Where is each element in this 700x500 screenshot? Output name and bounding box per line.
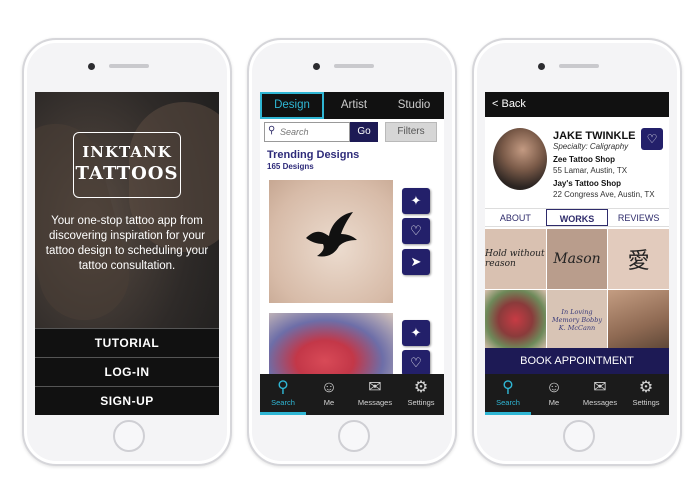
works-gallery: Hold without reason Mason 愛 In Loving Me… bbox=[485, 229, 669, 349]
category-tabs: Design Artist Studio bbox=[260, 92, 444, 119]
tabbar-settings[interactable]: ⚙ Settings bbox=[398, 374, 444, 415]
artist-name: JAKE TWINKLE bbox=[553, 130, 636, 142]
heart-icon[interactable]: ♡ bbox=[641, 128, 663, 150]
phone-designs: Design Artist Studio ⚲ Go Filters Trendi… bbox=[247, 38, 457, 466]
gallery-item[interactable]: Hold without reason bbox=[485, 229, 546, 289]
tabbar-search[interactable]: ⚲ Search bbox=[485, 374, 531, 415]
go-button[interactable]: Go bbox=[350, 122, 378, 142]
tabbar-search[interactable]: ⚲ Search bbox=[260, 374, 306, 415]
trending-count: 165 Designs bbox=[267, 162, 314, 171]
tagline: Your one-stop tattoo app from discoverin… bbox=[45, 215, 209, 272]
search-icon: ⚲ bbox=[268, 125, 276, 136]
magic-wand-icon[interactable]: ✦ bbox=[402, 188, 430, 214]
tabbar-search-label: Search bbox=[271, 398, 295, 407]
tabbar-messages[interactable]: ✉ Messages bbox=[352, 374, 398, 415]
filters-button[interactable]: Filters bbox=[385, 122, 437, 142]
bottom-tab-bar: ⚲ Search ☺ Me ✉ Messages ⚙ Settings bbox=[485, 374, 669, 415]
tab-about[interactable]: ABOUT bbox=[485, 209, 546, 226]
gallery-item[interactable] bbox=[485, 290, 546, 349]
logo-line-2: TATTOOS bbox=[75, 163, 179, 184]
welcome-screen: INKTANK TATTOOS Your one-stop tattoo app… bbox=[35, 92, 219, 415]
search-input[interactable] bbox=[280, 125, 348, 139]
chat-icon: ✉ bbox=[368, 379, 382, 396]
welcome-menu: TUTORIAL LOG-IN SIGN-UP bbox=[35, 328, 219, 415]
tab-reviews[interactable]: REVIEWS bbox=[608, 209, 669, 226]
camera-icon bbox=[88, 63, 95, 70]
search-row: ⚲ Go Filters bbox=[264, 122, 440, 142]
camera-icon bbox=[538, 63, 545, 70]
chat-icon: ✉ bbox=[593, 379, 607, 396]
tabbar-messages-label: Messages bbox=[582, 398, 618, 407]
tab-studio[interactable]: Studio bbox=[384, 92, 444, 119]
tutorial-button[interactable]: TUTORIAL bbox=[35, 328, 219, 357]
profile-tabs: ABOUT WORKS REVIEWS bbox=[485, 208, 669, 227]
app-logo: INKTANK TATTOOS bbox=[73, 132, 181, 198]
artist-profile-screen: < Back JAKE TWINKLE Specialty: Caligraph… bbox=[485, 92, 669, 415]
speaker-grill bbox=[559, 64, 599, 68]
home-button[interactable] bbox=[563, 420, 595, 452]
tabbar-settings[interactable]: ⚙ Settings bbox=[623, 374, 669, 415]
search-icon: ⚲ bbox=[277, 379, 289, 396]
user-icon: ☺ bbox=[320, 379, 338, 396]
tabbar-me-label: Me bbox=[548, 398, 560, 407]
search-icon: ⚲ bbox=[502, 379, 514, 396]
gallery-item[interactable]: 愛 bbox=[608, 229, 669, 289]
gear-icon: ⚙ bbox=[638, 379, 654, 396]
gallery-item[interactable]: Mason bbox=[546, 229, 608, 289]
logo-line-1: INKTANK bbox=[82, 143, 172, 161]
phone-artist-profile: < Back JAKE TWINKLE Specialty: Caligraph… bbox=[472, 38, 682, 466]
speaker-grill bbox=[334, 64, 374, 68]
shop-name[interactable]: Zee Tattoo Shop bbox=[553, 155, 615, 164]
back-button[interactable]: < Back bbox=[485, 92, 669, 117]
send-icon[interactable]: ➤ bbox=[402, 249, 430, 275]
camera-icon bbox=[313, 63, 320, 70]
shop-name[interactable]: Jay's Tattoo Shop bbox=[553, 179, 621, 188]
tab-design[interactable]: Design bbox=[260, 92, 324, 119]
gear-icon: ⚙ bbox=[413, 379, 429, 396]
tabbar-me-label: Me bbox=[323, 398, 335, 407]
tab-works[interactable]: WORKS bbox=[545, 209, 609, 226]
shop-address: 55 Lamar, Austin, TX bbox=[553, 166, 628, 175]
home-button[interactable] bbox=[338, 420, 370, 452]
shop-address: 22 Congress Ave, Austin, TX bbox=[553, 190, 655, 199]
tabbar-me[interactable]: ☺ Me bbox=[306, 374, 352, 415]
heart-icon[interactable]: ♡ bbox=[402, 350, 430, 376]
bottom-tab-bar: ⚲ Search ☺ Me ✉ Messages ⚙ Settings bbox=[260, 374, 444, 415]
tabbar-settings-label: Settings bbox=[407, 398, 435, 407]
user-icon: ☺ bbox=[545, 379, 563, 396]
tab-artist[interactable]: Artist bbox=[324, 92, 384, 119]
book-appointment-button[interactable]: BOOK APPOINTMENT bbox=[485, 348, 669, 374]
tabbar-settings-label: Settings bbox=[632, 398, 660, 407]
design-image-bird[interactable] bbox=[269, 180, 393, 303]
gallery-item[interactable]: In Loving Memory Bobby K. McCann bbox=[546, 290, 608, 349]
home-button[interactable] bbox=[113, 420, 145, 452]
tabbar-messages[interactable]: ✉ Messages bbox=[577, 374, 623, 415]
avatar bbox=[493, 128, 547, 190]
tabbar-search-label: Search bbox=[496, 398, 520, 407]
artist-specialty: Specialty: Caligraphy bbox=[553, 142, 629, 151]
login-button[interactable]: LOG-IN bbox=[35, 357, 219, 386]
designs-screen: Design Artist Studio ⚲ Go Filters Trendi… bbox=[260, 92, 444, 415]
search-box: ⚲ bbox=[264, 122, 350, 142]
speaker-grill bbox=[109, 64, 149, 68]
signup-button[interactable]: SIGN-UP bbox=[35, 386, 219, 415]
trending-title: Trending Designs bbox=[267, 149, 360, 161]
gallery-item[interactable] bbox=[608, 290, 669, 349]
magic-wand-icon[interactable]: ✦ bbox=[402, 320, 430, 346]
bird-tattoo-image bbox=[306, 212, 357, 257]
tabbar-me[interactable]: ☺ Me bbox=[531, 374, 577, 415]
phone-welcome: INKTANK TATTOOS Your one-stop tattoo app… bbox=[22, 38, 232, 466]
heart-icon[interactable]: ♡ bbox=[402, 218, 430, 244]
tabbar-messages-label: Messages bbox=[357, 398, 393, 407]
